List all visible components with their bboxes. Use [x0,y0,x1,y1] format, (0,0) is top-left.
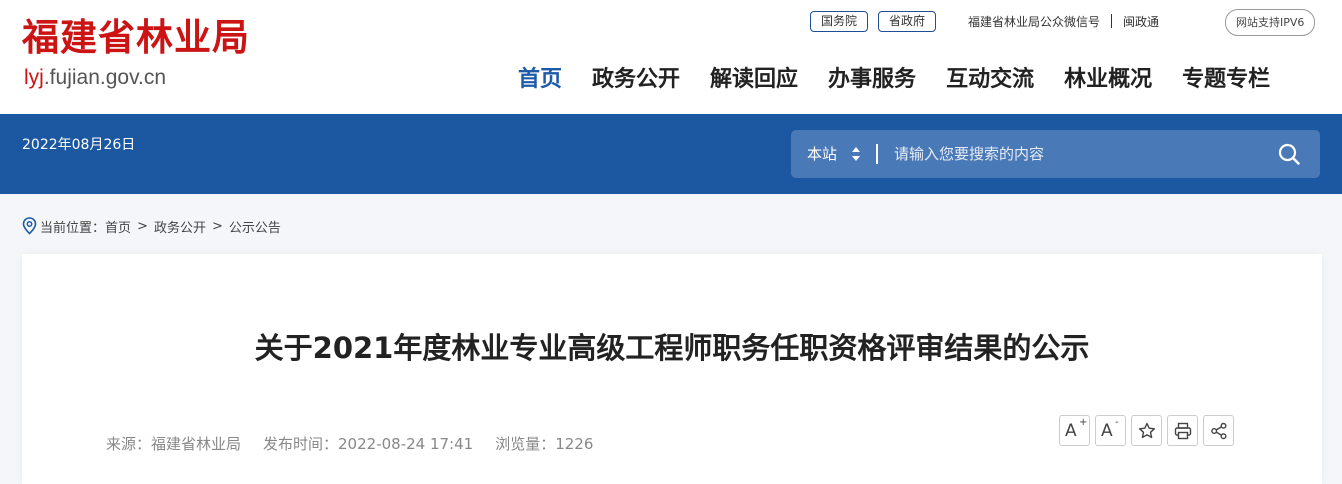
mzt-link[interactable]: 闽政通 [1123,13,1159,30]
print-button[interactable] [1167,415,1198,446]
site-header: 福建省林业局 lyj.fujian.gov.cn 国务院 省政府 福建省林业局公… [0,0,1342,114]
breadcrumb-separator: > [211,218,223,234]
nav-interaction[interactable]: 互动交流 [946,63,1034,97]
print-icon [1174,422,1192,440]
breadcrumb-gov-affairs[interactable]: 政务公开 [154,217,206,236]
breadcrumb-announcements[interactable]: 公示公告 [229,217,281,236]
location-icon [22,217,37,235]
site-logo[interactable]: 福建省林业局 [22,14,250,60]
guowuyuan-link[interactable]: 国务院 [810,10,869,32]
nav-topics[interactable]: 专题专栏 [1182,63,1270,97]
article-meta: 来源：福建省林业局 发布时间：2022-08-24 17:41 浏览量：1226 [106,433,615,454]
nav-gov-affairs[interactable]: 政务公开 [592,63,680,97]
article-title: 关于2021年度林业专业高级工程师职务任职资格评审结果的公示 [254,331,1090,365]
updown-arrow-icon[interactable] [851,145,861,163]
domain-highlight: lyj [24,66,44,89]
search-scope-select[interactable]: 本站 [807,130,837,178]
font-larger-button[interactable]: A + [1059,415,1090,446]
search-input[interactable] [894,139,1254,169]
top-links: 国务院 省政府 福建省林业局公众微信号 闽政通 [810,10,1159,32]
current-date: 2022年08月26日 [22,137,136,153]
share-icon [1211,422,1227,440]
font-larger-glyph: A [1065,421,1077,441]
ipv6-badge: 网站支持IPV6 [1225,9,1316,36]
font-smaller-button[interactable]: A - [1095,415,1126,446]
search-box: 本站 [791,130,1320,178]
article-panel: 关于2021年度林业专业高级工程师职务任职资格评审结果的公示 来源：福建省林业局… [22,254,1322,484]
article-views: 浏览量：1226 [495,435,594,453]
date-search-bar: 2022年08月26日 本站 [0,114,1342,194]
font-smaller-mark: - [1115,417,1119,428]
font-larger-mark: + [1079,417,1088,428]
font-smaller-glyph: A [1101,421,1113,441]
nav-home[interactable]: 首页 [518,63,562,97]
star-icon [1139,422,1155,439]
search-icon[interactable] [1278,143,1300,165]
article-publish-time: 发布时间：2022-08-24 17:41 [263,435,474,453]
breadcrumb: 当前位置： 首页 > 政务公开 > 公示公告 [22,216,281,236]
domain-rest: .fujian.gov.cn [43,66,167,89]
article-tools: A + A - [1059,415,1239,446]
breadcrumb-separator: > [137,218,148,234]
province-gov-link[interactable]: 省政府 [878,10,937,32]
wechat-link[interactable]: 福建省林业局公众微信号 [968,13,1100,30]
search-divider [876,144,878,164]
nav-overview[interactable]: 林业概况 [1064,63,1152,97]
main-nav: 首页 政务公开 解读回应 办事服务 互动交流 林业概况 专题专栏 [518,63,1270,97]
nav-services[interactable]: 办事服务 [828,63,916,97]
nav-interpretation[interactable]: 解读回应 [710,63,798,97]
breadcrumb-home[interactable]: 首页 [105,217,131,236]
share-button[interactable] [1203,415,1234,446]
favorite-button[interactable] [1131,415,1162,446]
site-domain[interactable]: lyj.fujian.gov.cn [24,64,166,92]
article-source: 来源：福建省林业局 [106,435,242,453]
top-links-divider [1111,14,1113,28]
breadcrumb-label: 当前位置： [40,220,106,236]
